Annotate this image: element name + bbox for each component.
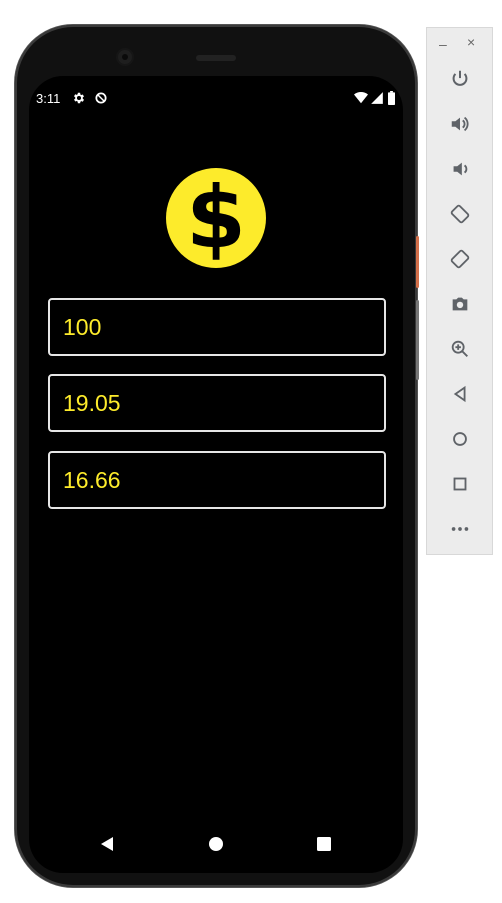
tip-input[interactable] (50, 376, 384, 430)
rotate-right-icon (450, 249, 469, 269)
battery-icon (388, 91, 396, 105)
power-side-button (416, 236, 419, 288)
rotate-left-button[interactable] (427, 197, 492, 231)
zoom-button[interactable] (427, 332, 492, 366)
minimize-button[interactable]: – (439, 36, 447, 52)
nav-home-icon[interactable] (209, 837, 223, 856)
volume-side-button (416, 300, 419, 380)
gear-icon (72, 91, 86, 105)
tip-field[interactable] (48, 374, 386, 432)
volume-down-icon (453, 162, 467, 176)
front-camera (118, 50, 132, 64)
rotate-right-button[interactable] (427, 242, 492, 276)
svg-text:$: $ (186, 168, 246, 268)
result-field[interactable] (48, 451, 386, 509)
amount-field[interactable] (48, 298, 386, 356)
screenshot-button[interactable] (427, 287, 492, 321)
emulator-toolbar: – × (426, 27, 493, 555)
power-button[interactable] (427, 62, 492, 96)
data-saver-icon (94, 91, 108, 105)
status-time: 3:11 (36, 91, 61, 106)
emulator-overview-button[interactable] (427, 467, 492, 501)
earpiece-speaker (196, 55, 236, 61)
rotate-left-icon (450, 204, 469, 224)
power-icon (452, 70, 467, 86)
volume-up-icon (451, 116, 468, 132)
volume-down-button[interactable] (427, 152, 492, 186)
volume-up-button[interactable] (427, 107, 492, 141)
more-button[interactable] (427, 512, 492, 546)
amount-input[interactable] (50, 300, 384, 354)
nav-back-icon[interactable] (100, 837, 114, 856)
back-icon (453, 385, 465, 403)
emulator-back-button[interactable] (427, 377, 492, 411)
home-icon (452, 432, 467, 446)
wifi-icon (354, 91, 368, 105)
overview-icon (453, 477, 466, 491)
emulator-home-button[interactable] (427, 422, 492, 456)
signal-icon (370, 91, 384, 105)
result-input[interactable] (50, 453, 384, 507)
close-button[interactable]: × (467, 34, 475, 50)
zoom-icon (451, 340, 468, 357)
more-icon (451, 527, 468, 531)
dollar-coin-icon: $ (166, 168, 266, 268)
camera-icon (452, 297, 467, 311)
nav-recents-icon[interactable] (317, 837, 331, 856)
